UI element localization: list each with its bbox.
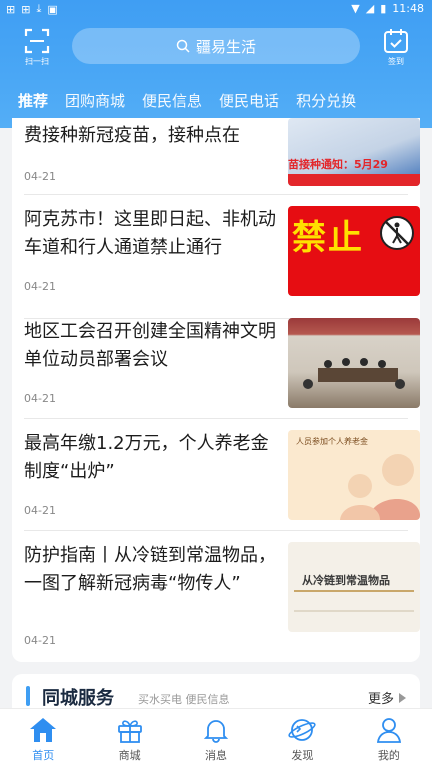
wifi-icon: ▼	[351, 2, 360, 15]
tab-phone[interactable]: 便民电话	[219, 90, 279, 111]
section-title: 同城服务	[42, 688, 114, 709]
news-thumbnail	[288, 318, 420, 408]
tab-recommend[interactable]: 推荐	[18, 90, 48, 111]
triangle-right-icon	[399, 692, 406, 703]
nav-label: 发现	[291, 749, 314, 762]
battery-icon: ▮	[380, 2, 387, 15]
bottom-nav: 首页 商城 消息 发现 我的	[0, 708, 432, 768]
news-item[interactable]: 地区工会召开创建全国精神文明单位动员部署会议 04-21	[24, 318, 420, 418]
calendar-check-icon	[384, 29, 408, 53]
category-tabs: 推荐 团购商城 便民信息 便民电话 积分兑换	[18, 90, 373, 111]
tab-group-buy[interactable]: 团购商城	[65, 90, 125, 111]
status-time: 11:48	[392, 2, 424, 15]
top-header-bg: ⊞ ⊞ ⤓ ▣ ▼ ◢ ▮ 11:48 扫一扫 疆易生活 签到 推荐 团购商城 …	[0, 0, 432, 128]
planet-icon	[288, 719, 317, 741]
news-title: 费接种新冠疫苗，接种点在	[24, 125, 240, 146]
nav-label: 消息	[205, 749, 228, 762]
news-date: 04-21	[24, 392, 56, 405]
scan-button[interactable]: 扫一扫	[20, 28, 54, 72]
storage-icon: ▣	[47, 2, 58, 16]
signin-label: 签到	[388, 57, 404, 66]
news-list: 费接种新冠疫苗，接种点在 04-21 苗接种通知：5月29 阿克苏市！这里即日起…	[12, 118, 420, 662]
tab-info[interactable]: 便民信息	[142, 90, 202, 111]
news-item[interactable]: 费接种新冠疫苗，接种点在 04-21 苗接种通知：5月29	[24, 118, 420, 192]
nav-messages[interactable]: 消息	[173, 709, 259, 768]
nav-profile[interactable]: 我的	[346, 709, 432, 768]
divider	[24, 418, 408, 419]
home-icon	[30, 718, 57, 742]
news-title: 防护指南丨从冷链到常温物品，一图了解新冠病毒“物传人”	[24, 545, 276, 594]
news-thumbnail: 人员参加个人养老金	[288, 430, 420, 520]
nav-label: 首页	[32, 749, 55, 762]
more-link[interactable]: 更多	[368, 688, 406, 707]
thumb-caption: 苗接种通知：5月29	[288, 158, 388, 171]
download-icon: ⤓	[36, 2, 42, 15]
more-label: 更多	[367, 692, 394, 707]
scan-icon	[24, 28, 50, 54]
status-bar: ⊞ ⊞ ⤓ ▣ ▼ ◢ ▮ 11:48	[0, 0, 432, 18]
bell-icon	[203, 720, 229, 743]
news-title: 阿克苏市！这里即日起、非机动车道和行人通道禁止通行	[24, 209, 276, 258]
nav-discover[interactable]: 发现	[259, 709, 345, 768]
divider	[24, 530, 408, 531]
search-icon	[176, 39, 190, 53]
news-thumbnail: 禁止	[288, 206, 420, 296]
section-subtitle: 买水买电 便民信息	[138, 693, 230, 706]
news-item[interactable]: 最高年缴1.2万元，个人养老金制度“出炉” 04-21 人员参加个人养老金	[24, 430, 420, 530]
search-text: 疆易生活	[195, 37, 256, 56]
thumb-caption: 禁止	[292, 218, 364, 258]
news-thumbnail: 苗接种通知：5月29	[288, 118, 420, 186]
signal-icon: ◢	[365, 2, 375, 15]
app-notification-icon-2: ⊞	[21, 2, 31, 16]
search-bar[interactable]: 疆易生活	[72, 28, 360, 64]
news-date: 04-21	[24, 504, 56, 517]
news-thumbnail: 从冷链到常温物品	[288, 542, 420, 632]
user-icon	[376, 718, 401, 743]
scan-label: 扫一扫	[25, 57, 49, 66]
nav-label: 商城	[118, 749, 141, 762]
section-accent-bar	[26, 686, 30, 706]
news-date: 04-21	[24, 280, 56, 293]
signin-button[interactable]: 签到	[380, 28, 412, 72]
divider	[24, 194, 408, 195]
app-notification-icon: ⊞	[6, 2, 16, 16]
thumb-caption: 从冷链到常温物品	[302, 574, 390, 587]
no-pedestrian-icon	[380, 216, 414, 250]
meeting-photo	[303, 358, 405, 389]
news-title: 最高年缴1.2万元，个人养老金制度“出炉”	[24, 433, 269, 482]
gift-icon	[117, 720, 142, 743]
nav-mall[interactable]: 商城	[86, 709, 172, 768]
news-item[interactable]: 防护指南丨从冷链到常温物品，一图了解新冠病毒“物传人” 04-21 从冷链到常温…	[24, 542, 420, 658]
news-date: 04-21	[24, 634, 56, 647]
nav-label: 我的	[377, 749, 400, 762]
news-date: 04-21	[24, 170, 56, 183]
tab-points[interactable]: 积分兑换	[296, 90, 356, 111]
news-title: 地区工会召开创建全国精神文明单位动员部署会议	[24, 321, 276, 370]
nav-home[interactable]: 首页	[0, 709, 86, 768]
elderly-illustration	[340, 454, 420, 520]
news-item[interactable]: 阿克苏市！这里即日起、非机动车道和行人通道禁止通行 04-21 禁止	[24, 206, 420, 306]
